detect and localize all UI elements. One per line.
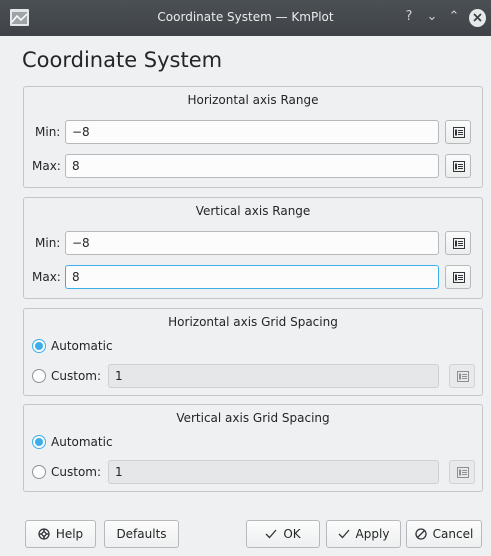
- automatic-label[interactable]: Automatic: [51, 339, 113, 353]
- cancel-button[interactable]: Cancel: [406, 520, 482, 548]
- help-button-label: Help: [55, 527, 84, 541]
- min-label: Min:: [35, 236, 61, 250]
- vertical-custom-input[interactable]: 1: [108, 460, 439, 484]
- edit-expression-icon: [453, 238, 465, 249]
- vertical-custom-radio[interactable]: [32, 465, 46, 479]
- group-title: Horizontal axis Grid Spacing: [168, 315, 338, 329]
- defaults-button[interactable]: Defaults: [104, 520, 179, 548]
- automatic-label[interactable]: Automatic: [51, 435, 113, 449]
- horizontal-min-input[interactable]: −8: [65, 120, 439, 144]
- help-icon[interactable]: ?: [402, 9, 416, 27]
- horizontal-max-input[interactable]: 8: [65, 154, 439, 178]
- horizontal-max-edit-button[interactable]: [445, 154, 471, 178]
- cancel-icon: [415, 528, 427, 540]
- ok-button-label: OK: [283, 527, 301, 541]
- minimize-icon[interactable]: ⌄: [424, 9, 440, 27]
- window-titlebar[interactable]: Coordinate System — KmPlot ? ⌄ ⌃: [0, 0, 491, 36]
- vertical-max-input[interactable]: 8: [65, 265, 439, 289]
- custom-label[interactable]: Custom:: [51, 465, 101, 479]
- horizontal-range-group: Horizontal axis Range Min: −8 Max: 8: [23, 86, 483, 188]
- max-label: Max:: [32, 270, 61, 284]
- horizontal-custom-input[interactable]: 1: [108, 364, 439, 388]
- vertical-automatic-radio[interactable]: [32, 435, 46, 449]
- horizontal-min-edit-button[interactable]: [445, 120, 471, 144]
- edit-expression-icon: [453, 161, 465, 172]
- group-title: Vertical axis Grid Spacing: [176, 411, 330, 425]
- ok-button[interactable]: OK: [246, 520, 320, 548]
- help-icon: [38, 528, 50, 540]
- checkmark-icon: [338, 529, 350, 539]
- edit-expression-icon: [453, 127, 465, 138]
- vertical-min-input[interactable]: −8: [65, 231, 439, 255]
- help-button[interactable]: Help: [25, 520, 96, 548]
- maximize-icon[interactable]: ⌃: [446, 9, 462, 27]
- vertical-range-group: Vertical axis Range Min: −8 Max: 8: [23, 197, 483, 299]
- horizontal-automatic-radio[interactable]: [32, 339, 46, 353]
- checkmark-icon: [265, 529, 277, 539]
- horizontal-custom-edit-button[interactable]: [449, 364, 475, 388]
- defaults-button-label: Defaults: [116, 527, 167, 541]
- vertical-min-edit-button[interactable]: [445, 231, 471, 255]
- apply-button-label: Apply: [355, 527, 390, 541]
- group-title: Horizontal axis Range: [187, 93, 319, 107]
- vertical-grid-group: Vertical axis Grid Spacing Automatic Cus…: [23, 404, 483, 492]
- cancel-button-label: Cancel: [432, 527, 474, 541]
- edit-expression-icon: [457, 371, 469, 382]
- close-icon[interactable]: [469, 9, 486, 27]
- max-label: Max:: [32, 159, 61, 173]
- vertical-max-edit-button[interactable]: [445, 265, 471, 289]
- page-title: Coordinate System: [22, 48, 223, 72]
- apply-button[interactable]: Apply: [326, 520, 401, 548]
- vertical-custom-edit-button[interactable]: [449, 460, 475, 484]
- edit-expression-icon: [457, 467, 469, 478]
- min-label: Min:: [35, 125, 61, 139]
- horizontal-grid-group: Horizontal axis Grid Spacing Automatic C…: [23, 308, 483, 396]
- window-title: Coordinate System — KmPlot: [157, 10, 334, 24]
- group-title: Vertical axis Range: [195, 204, 311, 218]
- custom-label[interactable]: Custom:: [51, 369, 101, 383]
- edit-expression-icon: [453, 272, 465, 283]
- horizontal-custom-radio[interactable]: [32, 369, 46, 383]
